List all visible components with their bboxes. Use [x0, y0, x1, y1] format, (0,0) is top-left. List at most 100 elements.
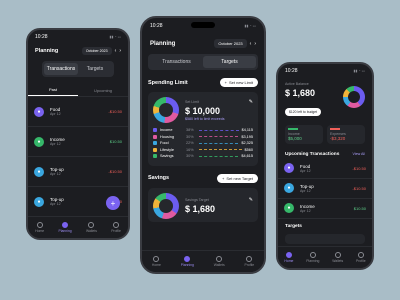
category-swatch — [153, 134, 157, 139]
plus-icon: + — [222, 175, 225, 181]
category-percent: 38% — [186, 128, 194, 132]
left-phone: 10:28 ▮▮ ◔ ▭ Planning October 2023 ‹ › T… — [26, 28, 130, 240]
chevron-right-icon[interactable]: › — [119, 48, 121, 54]
wallet-icon — [88, 222, 95, 228]
chevron-right-icon[interactable]: › — [254, 41, 256, 47]
transaction-date: Apr 12 — [50, 112, 61, 116]
food-icon: ● — [284, 163, 294, 173]
transaction-row[interactable]: ●Top-upApr 12-$10.50 — [278, 179, 372, 199]
nav-item-wallets[interactable]: Wallets — [214, 256, 225, 267]
category-leader — [199, 136, 239, 137]
transaction-amount: $10.50 — [109, 139, 122, 144]
category-value: $3,195 — [241, 134, 253, 139]
upcoming-list: ● Food Apr 12 -$10.50 ● Top-up Apr 12 -$10.50 ● I… — [278, 159, 372, 219]
nav-item-home[interactable]: Home — [152, 256, 161, 267]
transaction-row[interactable]: ● Income Apr 12 $10.50 — [28, 127, 128, 157]
month-selector[interactable]: October 2023 — [81, 47, 112, 55]
transaction-date: Apr 12 — [50, 142, 61, 146]
status-time: 10:28 — [35, 34, 48, 40]
category-percent: 30% — [186, 154, 194, 158]
category-percent: 30% — [186, 134, 194, 139]
wallet-icon — [334, 252, 341, 258]
planning-icon — [309, 252, 316, 258]
bottom-nav: Home Planning Wallets Profile — [142, 250, 264, 272]
category-swatch — [153, 141, 157, 145]
home-icon — [285, 252, 292, 258]
category-row: Income 38% $4,115 — [153, 128, 253, 132]
view-all-link[interactable]: View All — [352, 152, 365, 156]
transaction-row[interactable]: ● Food Apr 12 -$10.50 — [278, 159, 372, 179]
nav-item-profile[interactable]: Profile — [111, 222, 121, 233]
month-selector[interactable]: October 2023 — [214, 39, 247, 48]
add-button[interactable]: + — [106, 196, 120, 210]
category-leader — [199, 149, 242, 150]
nav-item-profile[interactable]: Profile — [356, 252, 366, 263]
chevron-left-icon[interactable]: ‹ — [115, 48, 117, 54]
page-title: Planning — [35, 48, 59, 54]
savings-target-label: Savings Target — [185, 198, 209, 202]
limit-amount: $ 10,000 — [185, 106, 221, 116]
segmented-tabs: Transactions Targets — [148, 54, 258, 70]
nav-label: Home — [151, 263, 161, 267]
planning-icon — [62, 222, 69, 228]
tab-transactions[interactable]: Transactions — [150, 56, 203, 68]
savings-donut-chart — [153, 192, 179, 219]
nav-label: Wallets — [332, 259, 344, 263]
bottom-nav: Home Planning Wallets Profile — [28, 216, 128, 238]
category-swatch — [153, 154, 157, 158]
transaction-amount: $10.50 — [353, 205, 366, 211]
set-new-target-button[interactable]: + Set new Target — [217, 173, 258, 183]
profile-icon — [357, 252, 364, 258]
category-leader — [199, 142, 239, 144]
category-row: Savings 30% $4,615 — [153, 154, 253, 158]
edit-icon[interactable]: ✎ — [249, 99, 253, 105]
nav-item-home[interactable]: Home — [35, 222, 44, 233]
category-name: Food — [160, 141, 169, 145]
nav-label: Wallets — [213, 263, 225, 267]
balance-label: Active Balance — [285, 82, 309, 86]
planning-icon — [184, 256, 191, 262]
tab-targets[interactable]: Targets — [203, 56, 256, 68]
subtab-upcoming[interactable]: Upcoming — [78, 85, 128, 96]
nav-label: Profile — [355, 259, 366, 263]
topup-icon: ● — [34, 196, 44, 207]
tab-transactions[interactable]: Transactions — [44, 63, 78, 75]
set-new-limit-button[interactable]: + Set new Limit — [219, 78, 258, 87]
active-balance: $ 1,680 — [285, 88, 316, 98]
nav-label: Planning — [306, 259, 320, 263]
transaction-row[interactable]: ● Food Apr 12 -$10.50 — [28, 97, 128, 127]
category-name: Housing — [160, 134, 174, 139]
status-time: 10:28 — [285, 68, 298, 74]
transaction-amount: -$10.50 — [108, 169, 122, 174]
status-time: 10:28 — [150, 23, 163, 29]
budget-button[interactable]: $120 left to budget — [285, 108, 322, 116]
category-breakdown: Income 38% $4,115 Housing 30% $3,195 Food 22% $2… — [153, 128, 253, 158]
income-icon: ● — [284, 203, 294, 213]
topup-icon: ● — [34, 166, 44, 177]
nav-label: Home — [35, 229, 45, 233]
nav-item-planning[interactable]: Planning — [306, 252, 319, 263]
nav-item-planning[interactable]: Planning — [181, 256, 194, 267]
upcoming-title: Upcoming Transactions — [285, 151, 340, 157]
wallet-icon — [216, 256, 223, 262]
transaction-row[interactable]: ●Top-upApr 12-$10.50 — [28, 157, 128, 187]
nav-item-wallets[interactable]: Wallets — [332, 252, 343, 263]
chevron-left-icon[interactable]: ‹ — [250, 41, 252, 47]
nav-item-home[interactable]: Home — [284, 252, 293, 263]
transaction-row[interactable]: ● Income Apr 12 $10.50 — [278, 199, 372, 219]
nav-item-planning[interactable]: Planning — [58, 222, 72, 233]
edit-icon[interactable]: ✎ — [249, 197, 253, 203]
nav-label: Planning — [58, 229, 72, 233]
category-row: Lifestyle 16% $560 — [153, 147, 253, 152]
income-icon: ● — [34, 136, 44, 147]
plus-icon: + — [224, 80, 227, 85]
expenses-card: Expenses -$3,320 — [327, 125, 365, 144]
category-value: $2,325 — [241, 141, 253, 145]
home-icon — [153, 256, 160, 262]
subtab-past[interactable]: Past — [28, 84, 78, 96]
transaction-date: Apr 12 — [300, 188, 311, 193]
tab-targets[interactable]: Targets — [78, 63, 112, 75]
nav-item-wallets[interactable]: Wallets — [86, 222, 97, 233]
nav-label: Home — [284, 259, 294, 263]
nav-item-profile[interactable]: Profile — [244, 256, 254, 267]
